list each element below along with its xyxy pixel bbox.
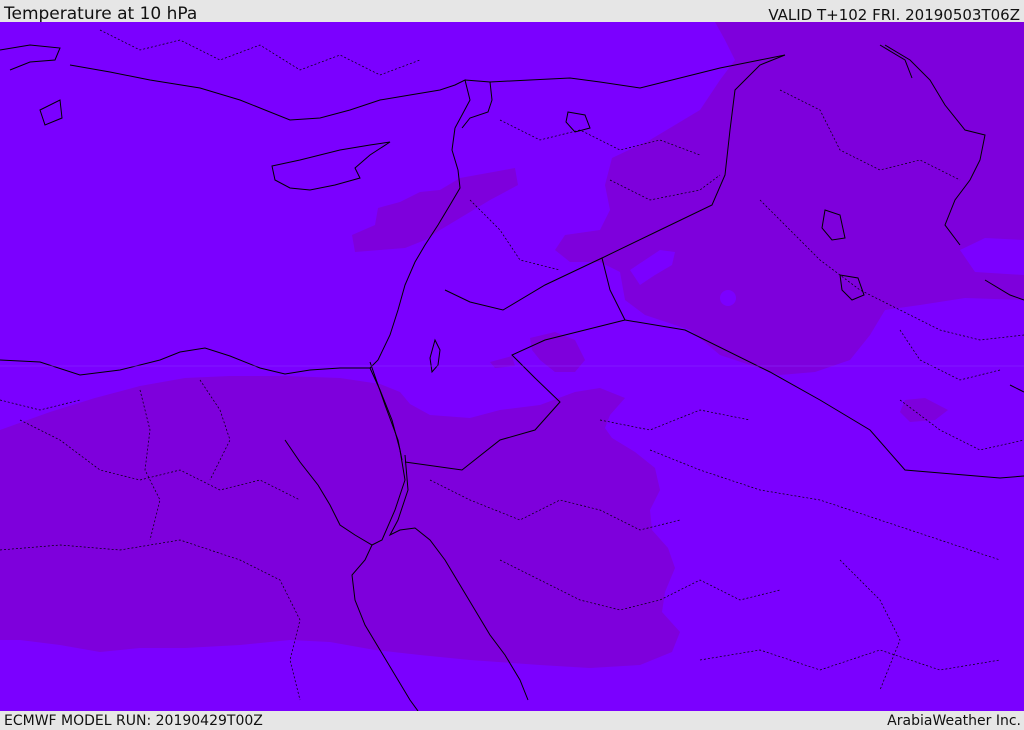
map-canvas [0,22,1024,711]
model-run-label: ECMWF MODEL RUN: 20190429T00Z [4,713,263,729]
header-bar: Temperature at 10 hPa VALID T+102 FRI. 2… [0,0,1024,24]
field-region-south [0,376,680,668]
footer-bar: ECMWF MODEL RUN: 20190429T00Z ArabiaWeat… [0,711,1024,729]
credit-label: ArabiaWeather Inc. [887,713,1021,729]
weather-map[interactable] [0,22,1024,711]
